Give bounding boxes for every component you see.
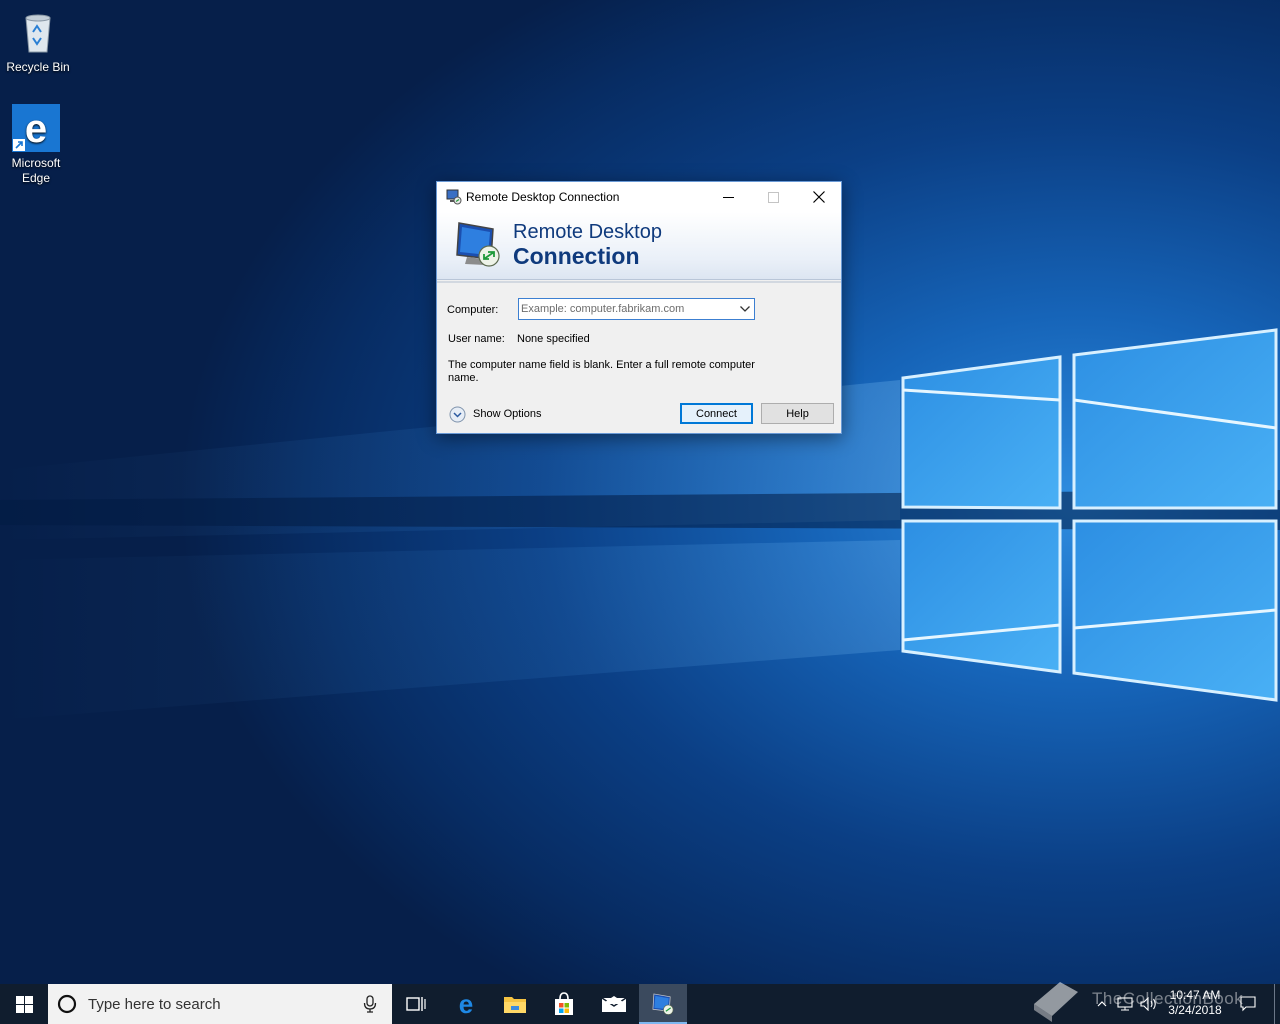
notification-icon [1240,996,1256,1012]
close-icon [812,191,825,203]
taskbar-search-box[interactable]: Type here to search [48,984,392,1024]
dialog-titlebar[interactable]: Remote Desktop Connection [437,182,841,212]
remote-desktop-icon [446,189,462,205]
username-value: None specified [517,333,590,345]
username-label: User name: [448,333,505,345]
banner-title-line2: Connection [513,243,640,269]
microphone-icon[interactable] [363,995,377,1013]
taskbar: Type here to search e TheCollectionBook … [0,982,1280,1024]
maximize-icon [768,191,779,203]
remote-desktop-monitor-icon [456,222,500,267]
desktop-icon-microsoft-edge[interactable]: e Microsoft Edge [0,104,74,186]
maximize-button[interactable] [751,182,796,212]
taskbar-store[interactable] [540,984,588,1024]
edge-icon: e [459,992,473,1016]
close-button[interactable] [796,182,841,212]
svg-text:e: e [459,992,473,1016]
cortana-icon [57,994,77,1014]
start-button[interactable] [0,984,48,1024]
taskbar-clock[interactable]: 10:47 AM 3/24/2018 [1164,988,1226,1018]
connect-button[interactable]: Connect [680,403,753,424]
taskbar-edge[interactable]: e [442,984,490,1024]
network-button[interactable] [1114,984,1136,1024]
banner-title-line1: Remote Desktop [513,221,662,243]
desktop-icon-label: Recycle Bin [6,60,70,74]
search-placeholder: Type here to search [88,996,221,1013]
taskbar-remote-desktop[interactable] [639,984,687,1024]
task-view-icon [406,997,426,1011]
remote-desktop-dialog: Remote Desktop Connection Remote Desktop… [436,181,842,434]
show-desktop-button[interactable] [1274,984,1280,1024]
help-button[interactable]: Help [761,403,834,424]
desktop-wallpaper [0,0,1280,984]
minimize-button[interactable] [706,182,751,212]
task-view-button[interactable] [392,984,440,1024]
speaker-icon [1140,997,1156,1011]
desktop-icon-recycle-bin[interactable]: Recycle Bin [0,8,76,75]
network-icon [1117,997,1133,1011]
desktop-icon-label-line1: Microsoft [11,156,61,170]
clock-date: 3/24/2018 [1168,1003,1222,1017]
chevron-up-icon [1097,1001,1107,1007]
computer-input[interactable] [521,301,731,317]
clock-time: 10:47 AM [1169,988,1221,1002]
show-options-label: Show Options [473,408,542,420]
taskbar-file-explorer[interactable] [491,984,539,1024]
show-hidden-icons-button[interactable] [1092,984,1112,1024]
dialog-banner: Remote Desktop Connection [437,212,841,280]
blank-computer-message: The computer name field is blank. Enter … [448,359,755,384]
computer-combobox[interactable] [518,298,755,320]
expand-options-icon [449,406,466,422]
action-center-button[interactable] [1236,984,1260,1024]
mail-icon [601,996,627,1012]
recycle-bin-icon [25,14,51,53]
store-icon [555,992,573,1015]
dialog-title: Remote Desktop Connection [466,190,620,204]
computer-label: Computer: [447,304,499,316]
minimize-icon [723,196,734,198]
taskbar-mail[interactable] [590,984,638,1024]
windows-logo-icon [15,995,33,1013]
file-explorer-icon [504,997,526,1013]
remote-desktop-icon [652,993,674,1015]
svg-text:e: e [25,107,47,151]
chevron-down-icon[interactable] [739,304,751,314]
desktop-icon-label-line2: Edge [21,171,51,185]
book-watermark-icon [1034,982,1078,1022]
edge-icon: e [12,104,60,152]
banner-divider [437,281,841,283]
volume-button[interactable] [1138,984,1160,1024]
show-options-toggle[interactable]: Show Options [449,405,541,423]
